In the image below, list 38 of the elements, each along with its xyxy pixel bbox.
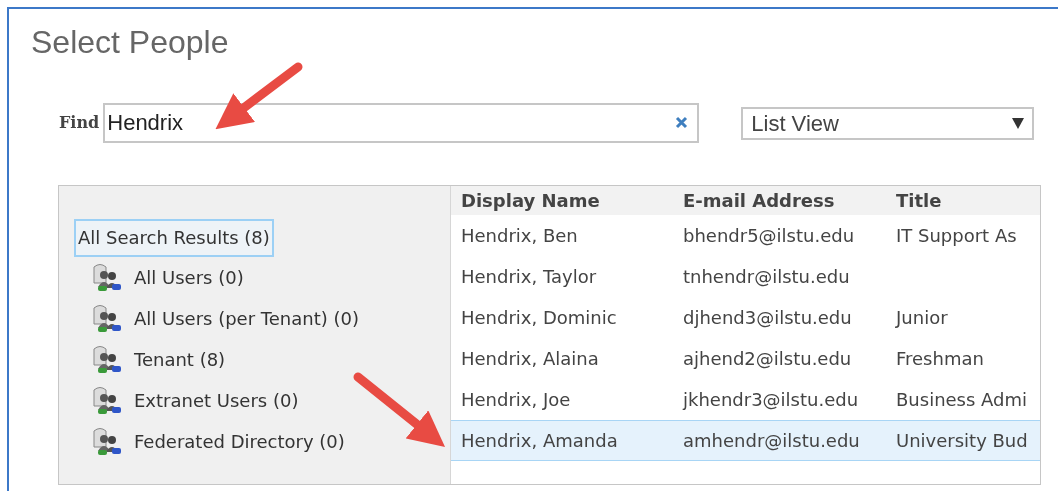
people-icon [92,263,122,292]
source-item[interactable]: Tenant (8) [130,344,230,375]
people-icon [92,304,122,333]
column-header[interactable]: Display Name [461,190,600,212]
table-cell: Freshman [896,348,984,370]
people-icon [92,427,122,456]
table-cell: tnhendr@ilstu.edu [683,266,850,288]
table-cell: ajhend2@ilstu.edu [683,348,852,370]
find-field[interactable]: Hendrix [103,103,700,144]
source-item[interactable]: Federated Directory (0) [130,426,349,457]
people-icon [92,345,122,374]
table-cell: Hendrix, Alaina [461,348,599,370]
table-cell: Hendrix, Ben [461,225,578,247]
table-cell: University Bud [896,430,1028,452]
table-cell: Hendrix, Taylor [461,266,597,288]
table-cell: IT Support As [896,225,1017,247]
table-cell: Junior [896,307,948,329]
view-dropdown[interactable]: List View [741,106,1035,140]
selected-row[interactable]: Hendrix, Amanda amhendr@ilstu.edu University Bud [451,420,1040,462]
source-item[interactable]: All Users (per Tenant) (0) [130,303,363,334]
table-cell: bhendr5@ilstu.edu [683,225,855,247]
clear-icon[interactable] [675,116,689,130]
table-cell: Business Admi [896,389,1028,411]
table-cell: jkhendr3@ilstu.edu [683,389,859,411]
table-cell: Hendrix, Joe [461,389,571,411]
table-cell: djhend3@ilstu.edu [683,307,852,329]
source-item[interactable]: Extranet Users (0) [130,385,303,416]
people-icon [92,386,122,415]
find-label: Find [59,112,100,135]
caret-icon [1012,117,1025,129]
table-cell: Hendrix, Amanda [461,430,618,452]
column-header[interactable]: E-mail Address [683,190,835,212]
source-item[interactable]: All Users (0) [130,262,248,293]
window-title: Select People [31,23,230,62]
table-cell: amhendr@ilstu.edu [683,430,860,452]
source-item[interactable]: All Search Results (8) [74,219,274,257]
column-header[interactable]: Title [896,190,942,212]
table-cell: Hendrix, Dominic [461,307,617,329]
